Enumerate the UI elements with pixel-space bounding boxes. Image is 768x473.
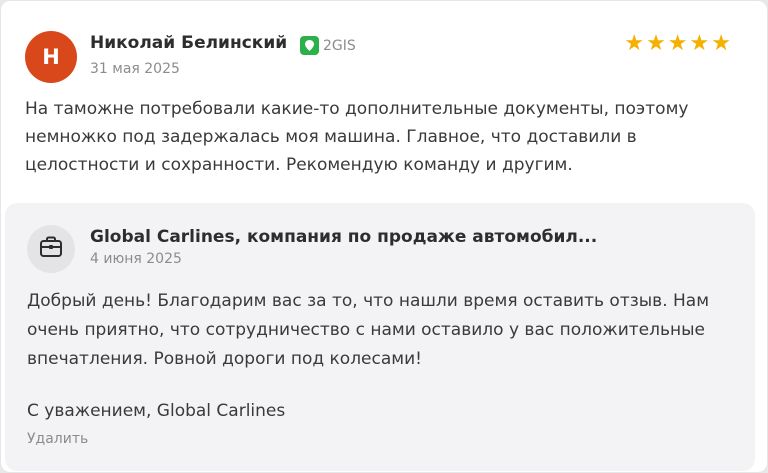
- reply-text: Добрый день! Благодарим вас за то, что н…: [27, 291, 710, 369]
- source-name: 2GIS: [323, 37, 356, 54]
- author-name[interactable]: Николай Белинский: [90, 33, 287, 53]
- reply-avatar: [27, 225, 75, 273]
- review-header: Н Николай Белинский 2GIS 31 мая 2025 ★ ★…: [25, 31, 741, 83]
- delete-reply-link[interactable]: Удалить: [27, 431, 88, 447]
- star-icon: ★: [711, 31, 731, 56]
- briefcase-icon: [39, 236, 63, 262]
- rating-stars: ★ ★ ★ ★ ★: [624, 33, 731, 55]
- reply-author[interactable]: Global Carlines, компания по продаже авт…: [90, 227, 597, 247]
- reply-signature: С уважением, Global Carlines: [27, 401, 286, 421]
- author-avatar[interactable]: Н: [25, 31, 77, 83]
- review-source: 2GIS: [300, 36, 356, 55]
- review-card: Н Николай Белинский 2GIS 31 мая 2025 ★ ★…: [0, 0, 768, 473]
- review-date: 31 мая 2025: [90, 61, 180, 77]
- star-icon: ★: [689, 31, 710, 56]
- reply-date: 4 июня 2025: [90, 251, 182, 267]
- star-icon: ★: [646, 31, 666, 56]
- star-icon: ★: [624, 31, 645, 56]
- 2gis-logo-icon: [300, 36, 319, 55]
- company-reply: Global Carlines, компания по продаже авт…: [5, 203, 755, 471]
- star-icon: ★: [667, 31, 688, 56]
- review-text: На таможне потребовали какие-то дополнит…: [25, 99, 689, 175]
